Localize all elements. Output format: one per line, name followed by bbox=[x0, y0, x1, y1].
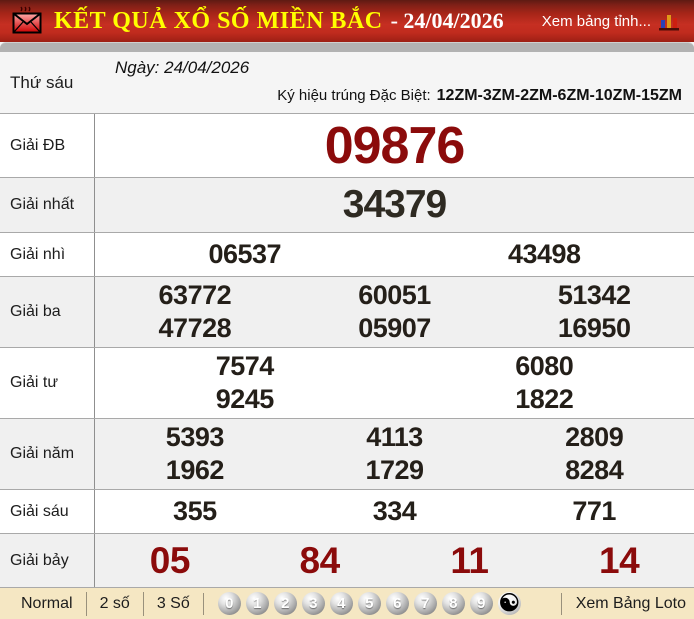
prize-label: Giải nhất bbox=[0, 178, 95, 232]
prize-number: 8284 bbox=[494, 454, 694, 487]
prize-number: 4113 bbox=[295, 421, 495, 454]
mode-3-digits[interactable]: 3 Số bbox=[143, 592, 203, 616]
prize-number: 63772 bbox=[95, 279, 295, 312]
page-title: KẾT QUẢ XỔ SỐ MIỀN BẮC - 24/04/2026 bbox=[54, 8, 542, 35]
prize-number: 05 bbox=[95, 537, 245, 585]
prize-number: 7574 bbox=[95, 350, 395, 383]
prize-row: Giải bảy05841114 bbox=[0, 534, 694, 588]
prize-number: 1729 bbox=[295, 454, 495, 487]
footer-divider bbox=[203, 593, 204, 615]
draw-info: Thứ sáu Ngày: 24/04/2026 Ký hiệu trúng Đ… bbox=[0, 52, 694, 113]
prize-label: Giải tư bbox=[0, 348, 95, 418]
prize-number: 6080 bbox=[395, 350, 694, 383]
prize-number: 14 bbox=[544, 537, 694, 585]
bar-chart-icon[interactable] bbox=[658, 11, 680, 31]
weekday-label: Thứ sáu bbox=[0, 52, 95, 113]
prize-label: Giải năm bbox=[0, 419, 95, 489]
number-balls: 0123456789☯ bbox=[218, 592, 549, 615]
prize-number: 16950 bbox=[494, 312, 694, 345]
prize-number: 51342 bbox=[494, 279, 694, 312]
lottery-results-page: KẾT QUẢ XỔ SỐ MIỀN BẮC - 24/04/2026 Xem … bbox=[0, 0, 694, 616]
header-bar: KẾT QUẢ XỔ SỐ MIỀN BẮC - 24/04/2026 Xem … bbox=[0, 0, 694, 42]
prize-number: 1962 bbox=[95, 454, 295, 487]
page-title-date: - 24/04/2026 bbox=[391, 8, 504, 34]
prize-number: 11 bbox=[395, 537, 545, 585]
special-symbol-value: 12ZM-3ZM-2ZM-6ZM-10ZM-15ZM bbox=[437, 87, 682, 104]
digit-ball-1[interactable]: 1 bbox=[246, 592, 269, 615]
prize-number: 84 bbox=[245, 537, 395, 585]
prize-number: 334 bbox=[295, 495, 495, 528]
content-top-bar bbox=[0, 42, 694, 52]
mode-normal[interactable]: Normal bbox=[8, 592, 86, 616]
results-table: Giải ĐB09876Giải nhất34379Giải nhì065374… bbox=[0, 113, 694, 588]
yin-yang-ball[interactable]: ☯ bbox=[498, 592, 521, 615]
draw-date: Ngày: 24/04/2026 bbox=[115, 58, 682, 78]
footer-toolbar: Normal 2 số 3 Số 0123456789☯ Xem Bảng Lo… bbox=[0, 588, 694, 619]
digit-ball-9[interactable]: 9 bbox=[470, 592, 493, 615]
prize-number: 771 bbox=[494, 495, 694, 528]
prize-number: 09876 bbox=[95, 117, 694, 175]
prize-number: 05907 bbox=[295, 312, 495, 345]
prize-number: 1822 bbox=[395, 383, 694, 416]
special-symbol-line: Ký hiệu trúng Đặc Biệt: 12ZM-3ZM-2ZM-6ZM-… bbox=[115, 87, 682, 105]
digit-ball-5[interactable]: 5 bbox=[358, 592, 381, 615]
prize-number: 43498 bbox=[395, 238, 694, 271]
prize-row: Giải năm539341132809 196217298284 bbox=[0, 419, 694, 490]
prize-number: 47728 bbox=[95, 312, 295, 345]
prize-row: Giải tư7574608092451822 bbox=[0, 348, 694, 419]
mode-2-digits[interactable]: 2 số bbox=[86, 592, 143, 616]
prize-number: 60051 bbox=[295, 279, 495, 312]
page-title-text: KẾT QUẢ XỔ SỐ MIỀN BẮC bbox=[54, 8, 383, 35]
prize-label: Giải nhì bbox=[0, 233, 95, 276]
view-loto-table-link[interactable]: Xem Bảng Loto bbox=[562, 595, 686, 613]
prize-row: Giải sáu355334771 bbox=[0, 490, 694, 534]
digit-ball-6[interactable]: 6 bbox=[386, 592, 409, 615]
digit-ball-8[interactable]: 8 bbox=[442, 592, 465, 615]
prize-row: Giải ĐB09876 bbox=[0, 114, 694, 178]
prize-label: Giải ba bbox=[0, 277, 95, 347]
prize-row: Giải ba637726005151342 477280590716950 bbox=[0, 277, 694, 348]
prize-label: Giải bảy bbox=[0, 534, 95, 587]
digit-ball-4[interactable]: 4 bbox=[330, 592, 353, 615]
digit-ball-7[interactable]: 7 bbox=[414, 592, 437, 615]
prize-number: 2809 bbox=[494, 421, 694, 454]
prize-row: Giải nhất34379 bbox=[0, 178, 694, 233]
prize-label: Giải ĐB bbox=[0, 114, 95, 177]
prize-number: 9245 bbox=[95, 383, 395, 416]
special-symbol-label: Ký hiệu trúng Đặc Biệt: bbox=[277, 87, 430, 104]
digit-ball-3[interactable]: 3 bbox=[302, 592, 325, 615]
digit-ball-0[interactable]: 0 bbox=[218, 592, 241, 615]
prize-row: Giải nhì0653743498 bbox=[0, 233, 694, 277]
prize-label: Giải sáu bbox=[0, 490, 95, 533]
prize-number: 355 bbox=[95, 495, 295, 528]
prize-number: 06537 bbox=[95, 238, 395, 271]
view-province-table-link[interactable]: Xem bảng tỉnh... bbox=[542, 13, 651, 30]
envelope-icon bbox=[10, 6, 44, 36]
prize-number: 34379 bbox=[95, 181, 694, 229]
digit-ball-2[interactable]: 2 bbox=[274, 592, 297, 615]
prize-number: 5393 bbox=[95, 421, 295, 454]
